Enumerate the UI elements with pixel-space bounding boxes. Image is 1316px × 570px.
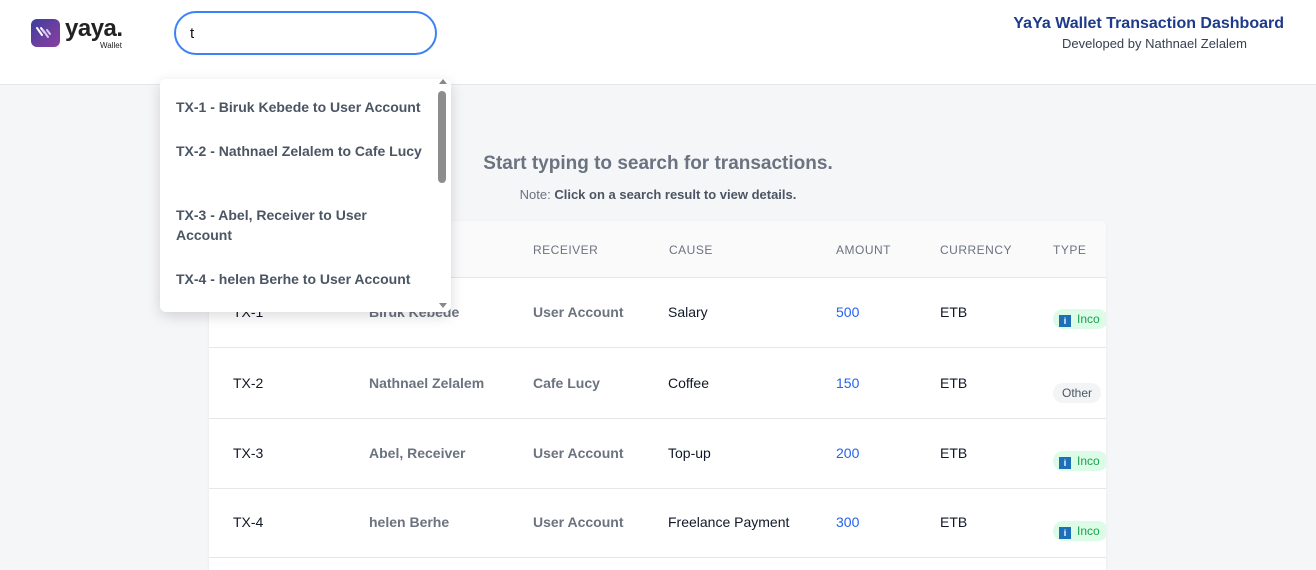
yaya-logo[interactable]: yaya. Wallet xyxy=(31,15,131,52)
header-type: TYPE xyxy=(1053,243,1087,257)
header-currency: CURRENCY xyxy=(940,243,1013,257)
scrollbar-thumb[interactable] xyxy=(438,91,446,183)
cell-currency: ETB xyxy=(940,375,968,391)
type-badge: i Inco xyxy=(1053,521,1106,541)
cell-cause: Top-up xyxy=(668,445,711,461)
header-amount: AMOUNT xyxy=(836,243,891,257)
cell-currency: ETB xyxy=(940,445,968,461)
type-badge-label: Inco xyxy=(1077,524,1100,538)
type-badge: i Inco xyxy=(1053,309,1106,329)
cell-cause: Salary xyxy=(668,304,708,320)
cell-sender: Nathnael Zelalem xyxy=(369,375,485,391)
type-badge: i Inco xyxy=(1053,451,1106,471)
info-icon: i xyxy=(1059,527,1071,539)
table-row[interactable]: TX-3 Abel, Receiver User Account Top-up … xyxy=(209,419,1106,489)
cell-amount: 500 xyxy=(836,304,860,320)
info-icon: i xyxy=(1059,457,1071,469)
logo-subtext: Wallet xyxy=(100,41,122,50)
type-badge-label: Inco xyxy=(1077,312,1100,326)
cell-receiver: User Account xyxy=(533,445,624,461)
cell-id: TX-4 xyxy=(233,514,264,530)
type-badge-label: Other xyxy=(1062,386,1093,400)
search-results-dropdown: TX-1 - Biruk Kebede to User Account TX-2… xyxy=(160,79,451,312)
search-result-item[interactable]: TX-1 - Biruk Kebede to User Account xyxy=(176,97,426,117)
table-row[interactable]: TX-4 helen Berhe User Account Freelance … xyxy=(209,489,1106,558)
cell-amount: 300 xyxy=(836,514,860,530)
type-badge-label: Inco xyxy=(1077,454,1100,468)
cell-receiver: User Account xyxy=(533,304,624,320)
cell-receiver: User Account xyxy=(533,514,624,530)
dropdown-scrollbar[interactable] xyxy=(437,79,449,312)
cell-receiver: Cafe Lucy xyxy=(533,375,600,391)
transaction-search-input[interactable] xyxy=(174,11,437,55)
cell-cause: Coffee xyxy=(668,375,709,391)
search-result-item[interactable]: TX-2 - Nathnael Zelalem to Cafe Lucy xyxy=(176,141,426,161)
cell-amount: 150 xyxy=(836,375,860,391)
cell-sender: Abel, Receiver xyxy=(369,445,466,461)
info-icon: i xyxy=(1059,315,1071,327)
cell-currency: ETB xyxy=(940,514,968,530)
cell-currency: ETB xyxy=(940,304,968,320)
search-result-item[interactable]: TX-3 - Abel, Receiver to User Account xyxy=(176,205,426,245)
cell-id: TX-2 xyxy=(233,375,264,391)
cell-sender: helen Berhe xyxy=(369,514,450,530)
header-receiver: RECEIVER xyxy=(533,243,599,257)
top-header: yaya. Wallet YaYa Wallet Transaction Das… xyxy=(0,0,1316,85)
note-prefix: Note: xyxy=(519,187,551,202)
developer-credit: Developed by Nathnael Zelalem xyxy=(1062,36,1247,51)
cell-cause: Freelance Payment xyxy=(668,514,790,530)
note-body: Click on a search result to view details… xyxy=(554,187,797,202)
scroll-down-arrow-icon[interactable] xyxy=(439,303,447,308)
cell-id: TX-3 xyxy=(233,445,264,461)
header-cause: CAUSE xyxy=(669,243,713,257)
cell-amount: 200 xyxy=(836,445,860,461)
dashboard-title: YaYa Wallet Transaction Dashboard xyxy=(1013,15,1284,32)
yaya-logo-mark-icon xyxy=(31,19,60,47)
scroll-up-arrow-icon[interactable] xyxy=(439,79,447,84)
search-result-item[interactable]: TX-4 - helen Berhe to User Account xyxy=(176,269,426,289)
type-badge: Other xyxy=(1053,383,1102,403)
table-row[interactable]: TX-2 Nathnael Zelalem Cafe Lucy Coffee 1… xyxy=(209,348,1106,419)
logo-wordmark: yaya. xyxy=(65,15,123,42)
